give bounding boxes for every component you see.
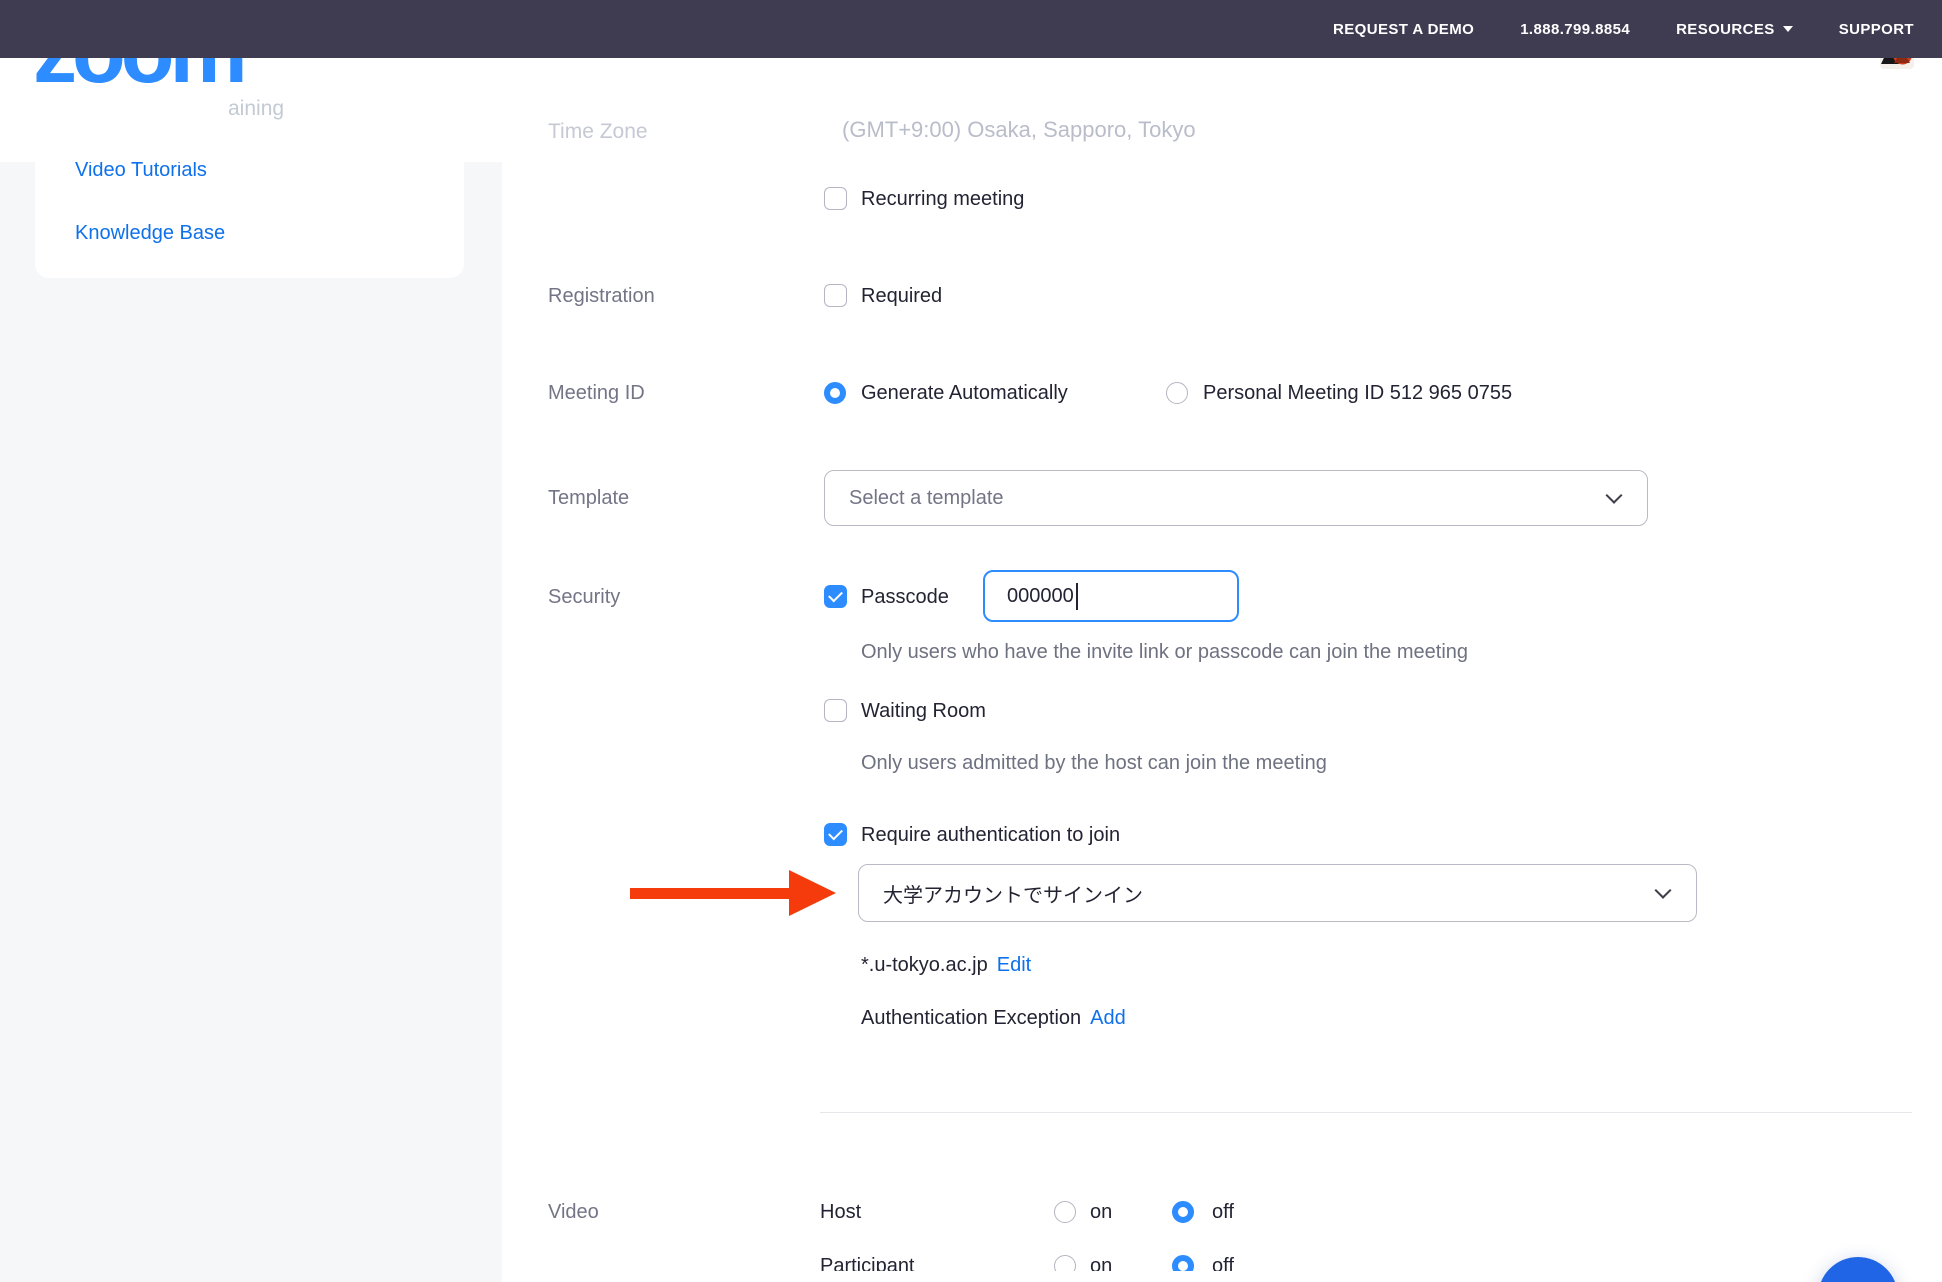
- sales-phone-number: 1.888.799.8854: [1520, 21, 1630, 38]
- auth-method-value: 大学アカウントでサインイン: [883, 879, 1143, 908]
- passcode-helper-text: Only users who have the invite link or p…: [861, 638, 1468, 666]
- security-label: Security: [548, 583, 620, 611]
- screenshot-clip-edge: [502, 1271, 1942, 1282]
- auth-exception-add-link[interactable]: Add: [1090, 1004, 1126, 1032]
- help-chat-button[interactable]: [1818, 1257, 1898, 1282]
- sidebar: Video Tutorials Knowledge Base: [0, 58, 502, 1282]
- request-demo-link[interactable]: REQUEST A DEMO: [1333, 21, 1474, 38]
- resources-menu[interactable]: RESOURCES: [1676, 21, 1793, 38]
- caret-down-icon: [1783, 26, 1793, 32]
- passcode-label: Passcode: [861, 583, 949, 611]
- passcode-value: 000000: [1007, 585, 1074, 608]
- template-select[interactable]: Select a template: [824, 470, 1648, 526]
- video-label: Video: [548, 1198, 599, 1226]
- template-label: Template: [548, 484, 629, 512]
- registration-required-checkbox[interactable]: [824, 284, 847, 307]
- meeting-id-auto-label: Generate Automatically: [861, 379, 1068, 407]
- host-video-on-radio[interactable]: [1054, 1201, 1076, 1223]
- annotation-arrow-icon: [789, 870, 836, 916]
- require-auth-checkbox[interactable]: [824, 823, 847, 846]
- meeting-id-personal-radio[interactable]: [1166, 382, 1188, 404]
- annotation-arrow-shaft: [630, 888, 791, 899]
- require-auth-label: Require authentication to join: [861, 821, 1120, 849]
- chevron-down-icon: [1655, 882, 1672, 899]
- top-utility-bar: REQUEST A DEMO 1.888.799.8854 RESOURCES …: [0, 0, 1942, 58]
- auth-domain-row: *.u-tokyo.ac.jp Edit: [861, 951, 1031, 979]
- passcode-input[interactable]: 000000: [983, 570, 1239, 622]
- auth-exception-row: Authentication Exception Add: [861, 1004, 1126, 1032]
- chevron-down-icon: [1606, 487, 1623, 504]
- meeting-id-label: Meeting ID: [548, 379, 645, 407]
- waiting-room-helper-text: Only users admitted by the host can join…: [861, 749, 1327, 777]
- registration-required-label: Required: [861, 282, 942, 310]
- text-cursor: [1076, 583, 1078, 610]
- auth-domain-value: *.u-tokyo.ac.jp: [861, 951, 988, 979]
- waiting-room-checkbox[interactable]: [824, 699, 847, 722]
- section-divider: [820, 1112, 1912, 1113]
- auth-method-select[interactable]: 大学アカウントでサインイン: [858, 864, 1697, 922]
- passcode-checkbox[interactable]: [824, 585, 847, 608]
- recurring-meeting-label: Recurring meeting: [861, 185, 1024, 213]
- meeting-id-auto-radio[interactable]: [824, 382, 846, 404]
- video-host-label: Host: [820, 1198, 861, 1226]
- template-select-value: Select a template: [849, 487, 1004, 510]
- host-video-on-label: on: [1090, 1198, 1112, 1226]
- auth-exception-label: Authentication Exception: [861, 1004, 1081, 1032]
- sidebar-item-video-tutorials[interactable]: Video Tutorials: [75, 159, 207, 182]
- host-video-off-radio[interactable]: [1172, 1201, 1194, 1223]
- auth-domain-edit-link[interactable]: Edit: [997, 951, 1031, 979]
- sidebar-item-knowledge-base[interactable]: Knowledge Base: [75, 222, 225, 245]
- waiting-room-label: Waiting Room: [861, 697, 986, 725]
- meeting-id-personal-label: Personal Meeting ID 512 965 0755: [1203, 379, 1512, 407]
- support-link[interactable]: SUPPORT: [1839, 21, 1914, 38]
- zoom-schedule-meeting-page: Video Tutorials Knowledge Base REQUEST A…: [0, 0, 1942, 1282]
- registration-label: Registration: [548, 282, 655, 310]
- host-video-off-label: off: [1212, 1198, 1234, 1226]
- recurring-meeting-checkbox[interactable]: [824, 187, 847, 210]
